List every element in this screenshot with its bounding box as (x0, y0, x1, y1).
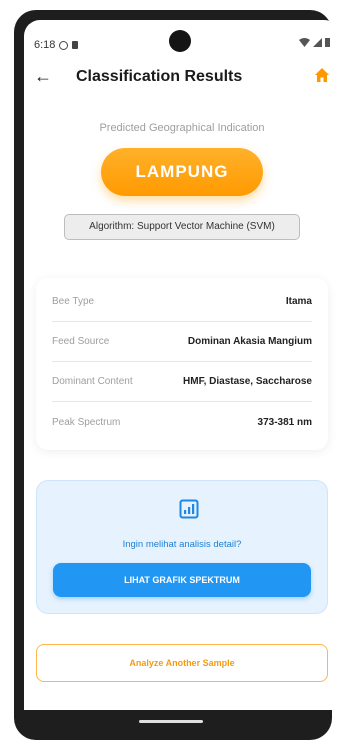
bar-chart-icon (179, 499, 199, 524)
result-badge: LAMPUNG (101, 148, 263, 196)
detail-row-bee-type: Bee Type Itama (52, 282, 312, 322)
detail-row-peak-spectrum: Peak Spectrum 373-381 nm (52, 402, 312, 442)
settings-dot-icon (59, 40, 69, 50)
status-bar: 6:18 (24, 20, 338, 60)
detail-value: HMF, Diastase, Saccharose (183, 376, 312, 387)
detail-value: Itama (285, 296, 312, 307)
result-subtitle: Predicted Geographical Indication (99, 122, 265, 134)
system-nav-bar (24, 710, 316, 732)
page-title: Classification Results (76, 68, 243, 85)
view-spectrum-button[interactable]: LIHAT GRAFIK SPEKTRUM (53, 563, 311, 597)
detail-label: Bee Type (52, 296, 95, 307)
sim-icon (72, 41, 79, 49)
detail-value: Dominan Akasia Mangium (187, 336, 312, 347)
signal-icon (313, 38, 322, 47)
analysis-prompt: Ingin melihat analisis detail? (122, 539, 242, 550)
camera-cutout (169, 30, 191, 52)
home-indicator[interactable] (139, 720, 203, 723)
algorithm-chip: Algorithm: Support Vector Machine (SVM) (64, 214, 300, 240)
analyze-another-sample-button[interactable]: Analyze Another Sample (36, 644, 328, 682)
detail-label: Peak Spectrum (52, 416, 121, 428)
detail-row-feed-source: Feed Source Dominan Akasia Mangium (52, 322, 312, 362)
wifi-icon (299, 38, 310, 47)
home-icon[interactable] (314, 67, 330, 88)
back-arrow-icon[interactable]: ← (34, 66, 52, 87)
detail-label: Dominant Content (52, 376, 133, 387)
status-right (299, 38, 330, 47)
status-left: 6:18 (34, 39, 79, 51)
status-time: 6:18 (34, 39, 56, 51)
details-card: Bee Type Itama Feed Source Dominan Akasi… (36, 278, 328, 450)
detail-row-dominant-content: Dominant Content HMF, Diastase, Saccharo… (52, 362, 312, 402)
analysis-card: Ingin melihat analisis detail? LIHAT GRA… (36, 480, 328, 614)
detail-label: Feed Source (52, 336, 110, 347)
app-header: ← Classification Results (24, 60, 338, 96)
battery-icon (325, 38, 330, 47)
app-screen: 6:18 ← Classification Results Predicted … (24, 20, 338, 710)
detail-value: 373-381 nm (257, 416, 312, 428)
